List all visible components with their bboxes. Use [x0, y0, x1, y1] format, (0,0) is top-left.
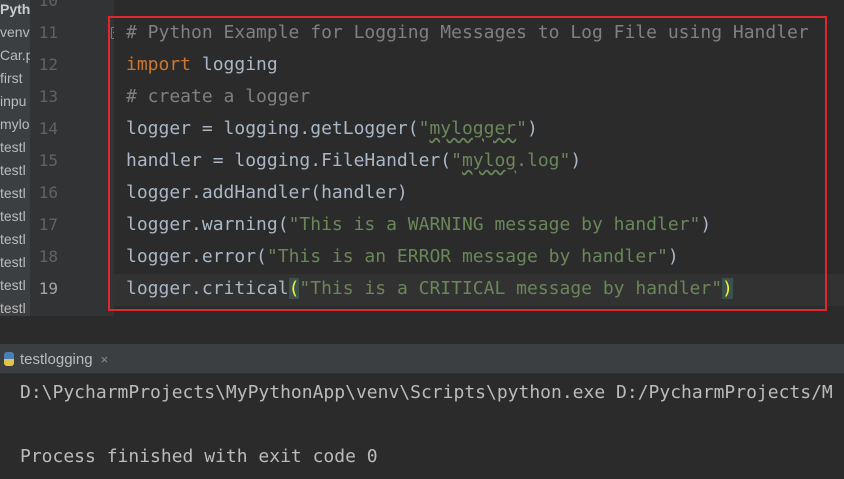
project-item-test[interactable]: testl [0, 159, 26, 182]
project-item-test[interactable]: testl [0, 274, 26, 297]
project-item-test[interactable]: testl [0, 205, 26, 228]
line-number: 15 [38, 151, 58, 170]
close-tab-icon[interactable]: × [101, 352, 109, 367]
line-number: 17 [38, 215, 58, 234]
project-item-first[interactable]: first [0, 67, 23, 90]
editor-bottom-band [0, 316, 844, 344]
line-number: 16 [38, 183, 58, 202]
project-item-test[interactable]: testl [0, 251, 26, 274]
project-item-test[interactable]: testl [0, 182, 26, 205]
project-item-venv[interactable]: venv [0, 21, 30, 44]
console-line-exit-status: Process finished with exit code 0 [20, 446, 378, 467]
line-number: 13 [38, 87, 58, 106]
console-line-command: D:\PycharmProjects\MyPythonApp\venv\Scri… [20, 382, 833, 403]
python-file-icon [4, 352, 14, 366]
line-number-current: 19 [38, 279, 58, 298]
project-item-test[interactable]: testl [0, 228, 26, 251]
project-item-input[interactable]: inpu [0, 90, 26, 113]
run-tab-testlogging[interactable]: testlogging × [0, 344, 108, 374]
red-highlight-annotation [108, 16, 827, 311]
line-number-gutter: 10 11 12 13 14 15 16 17 18 19 [30, 0, 114, 316]
project-item-mylog[interactable]: mylo [0, 113, 30, 136]
line-number: 14 [38, 119, 58, 138]
run-tool-window-header: testlogging × [0, 344, 844, 374]
line-number: 12 [38, 55, 58, 74]
project-item-car[interactable]: Car.p [0, 44, 30, 67]
run-tab-label: testlogging [20, 350, 93, 368]
line-number: 11 [38, 23, 58, 42]
line-number: 10 [38, 0, 58, 10]
project-item-test[interactable]: testl [0, 136, 26, 159]
project-tree-panel: Pyth venv Car.p first inpu mylo testl te… [0, 0, 30, 344]
project-root-label[interactable]: Pyth [0, 0, 30, 21]
run-console-output[interactable]: D:\PycharmProjects\MyPythonApp\venv\Scri… [0, 374, 844, 479]
line-number: 18 [38, 247, 58, 266]
